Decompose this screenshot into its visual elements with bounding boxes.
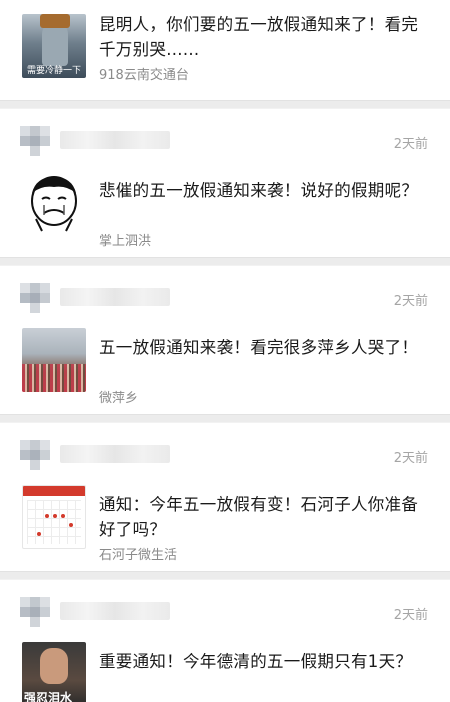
blurred-username <box>60 602 170 620</box>
article-source: 微萍乡 <box>99 391 139 406</box>
feed-separator <box>0 414 450 423</box>
article-title[interactable]: 悲催的五一放假通知来袭！说好的假期呢？ <box>99 178 428 203</box>
article-source: 掌上泗洪 <box>99 234 152 249</box>
blurred-avatar <box>20 283 50 313</box>
thumbnail-caption: 需要冷静一下 <box>26 66 81 76</box>
calendar-thumbnail <box>22 485 86 549</box>
tv-drama-thumbnail: 强忍泪水 <box>22 642 86 702</box>
post-time: 2天前 <box>393 137 428 152</box>
article-source: 918云南交通台 <box>99 68 189 83</box>
crying-meme-thumbnail <box>22 171 86 235</box>
crowd-mountain-thumbnail <box>22 328 86 392</box>
post-time: 2天前 <box>393 608 428 623</box>
feed-card-1: 需要冷静一下 昆明人，你们要的五一放假通知来了！看完千万别哭...... 918… <box>0 0 450 100</box>
blurred-avatar <box>20 126 50 156</box>
post-time: 2天前 <box>393 294 428 309</box>
article-title[interactable]: 昆明人，你们要的五一放假通知来了！看完千万别哭...... <box>99 12 428 62</box>
blurred-username <box>60 288 170 306</box>
feed-card-4: 2天前 通知：今年五一放假有变！石河子人你准备好了吗？ 石河子微生活 <box>0 423 450 571</box>
blurred-username <box>60 131 170 149</box>
feed-card-5: 2天前 强忍泪水 重要通知！今年德清的五一假期只有1天？ <box>0 580 450 702</box>
thumbnail-caption: 强忍泪水 <box>24 691 73 702</box>
feed-separator <box>0 100 450 109</box>
article-title[interactable]: 五一放假通知来袭！看完很多萍乡人哭了！ <box>99 335 428 360</box>
blurred-avatar <box>20 440 50 470</box>
blurred-avatar <box>20 597 50 627</box>
bucket-person-thumbnail: 需要冷静一下 <box>22 14 86 78</box>
feed-separator <box>0 571 450 580</box>
blurred-username <box>60 445 170 463</box>
article-title[interactable]: 重要通知！今年德清的五一假期只有1天？ <box>99 649 428 674</box>
article-title[interactable]: 通知：今年五一放假有变！石河子人你准备好了吗？ <box>99 492 428 542</box>
article-source: 石河子微生活 <box>99 548 178 563</box>
feed-separator <box>0 257 450 266</box>
feed-card-2: 2天前 悲催的五一放假通知来袭！说好的假期呢？ 掌上泗洪 <box>0 109 450 257</box>
feed-card-3: 2天前 五一放假通知来袭！看完很多萍乡人哭了！ 微萍乡 <box>0 266 450 414</box>
post-time: 2天前 <box>393 451 428 466</box>
